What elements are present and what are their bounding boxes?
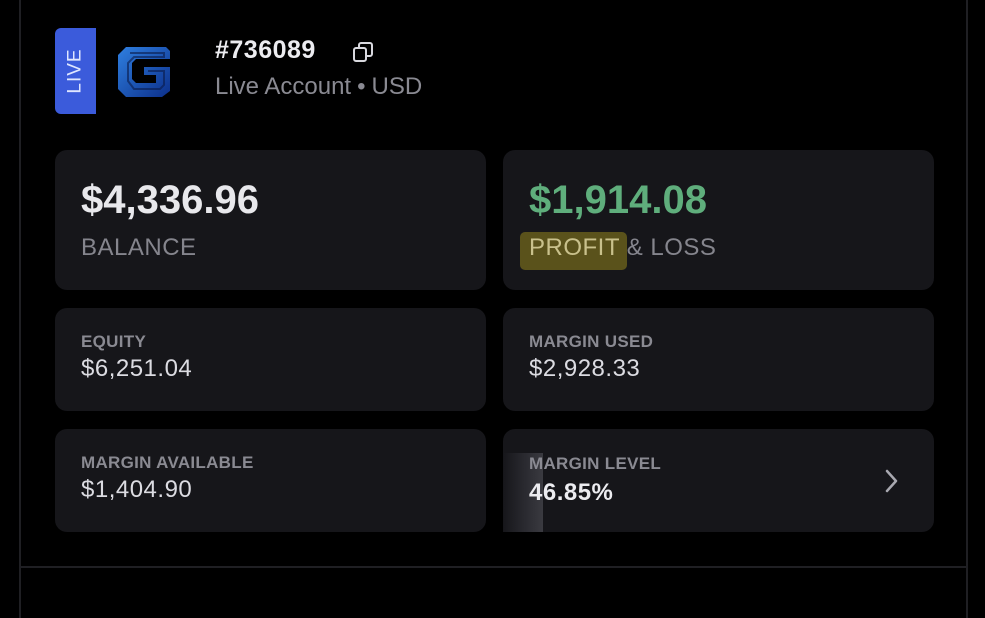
equity-label: EQUITY (81, 332, 147, 351)
equity-value: $6,251.04 (81, 355, 193, 382)
broker-logo-icon (116, 43, 172, 99)
margin-used-value: $2,928.33 (529, 355, 641, 382)
margin-level-card[interactable]: MARGIN LEVEL 46.85% (503, 429, 934, 532)
pnl-value: $1,914.08 (529, 178, 707, 222)
margin-available-card: MARGIN AVAILABLE $1,404.90 (55, 429, 486, 532)
live-badge: LIVE (55, 28, 96, 114)
margin-used-label: MARGIN USED (529, 332, 654, 351)
live-badge-label: LIVE (64, 48, 86, 94)
margin-available-value: $1,404.90 (81, 476, 193, 503)
separator-dot: • (357, 73, 366, 100)
balance-value: $4,336.96 (81, 178, 259, 222)
margin-used-card: MARGIN USED $2,928.33 (503, 308, 934, 411)
pnl-label: PROFIT & LOSS (529, 234, 716, 262)
account-currency: USD (371, 73, 423, 100)
pnl-card: $1,914.08 PROFIT & LOSS (503, 150, 934, 290)
equity-card: EQUITY $6,251.04 (55, 308, 486, 411)
copy-icon[interactable] (351, 40, 375, 64)
margin-level-value: 46.85% (529, 479, 614, 506)
balance-label: BALANCE (81, 234, 197, 261)
pnl-label-highlight: PROFIT (529, 234, 620, 261)
margin-level-label: MARGIN LEVEL (529, 454, 662, 473)
account-number: #736089 (215, 36, 316, 64)
chevron-right-icon[interactable] (880, 467, 902, 495)
balance-card: $4,336.96 BALANCE (55, 150, 486, 290)
pnl-label-rest: & LOSS (619, 234, 717, 261)
account-type: Live Account (215, 73, 352, 100)
divider (21, 566, 966, 568)
margin-available-label: MARGIN AVAILABLE (81, 453, 254, 472)
account-subtitle: Live Account • USD (215, 73, 422, 101)
